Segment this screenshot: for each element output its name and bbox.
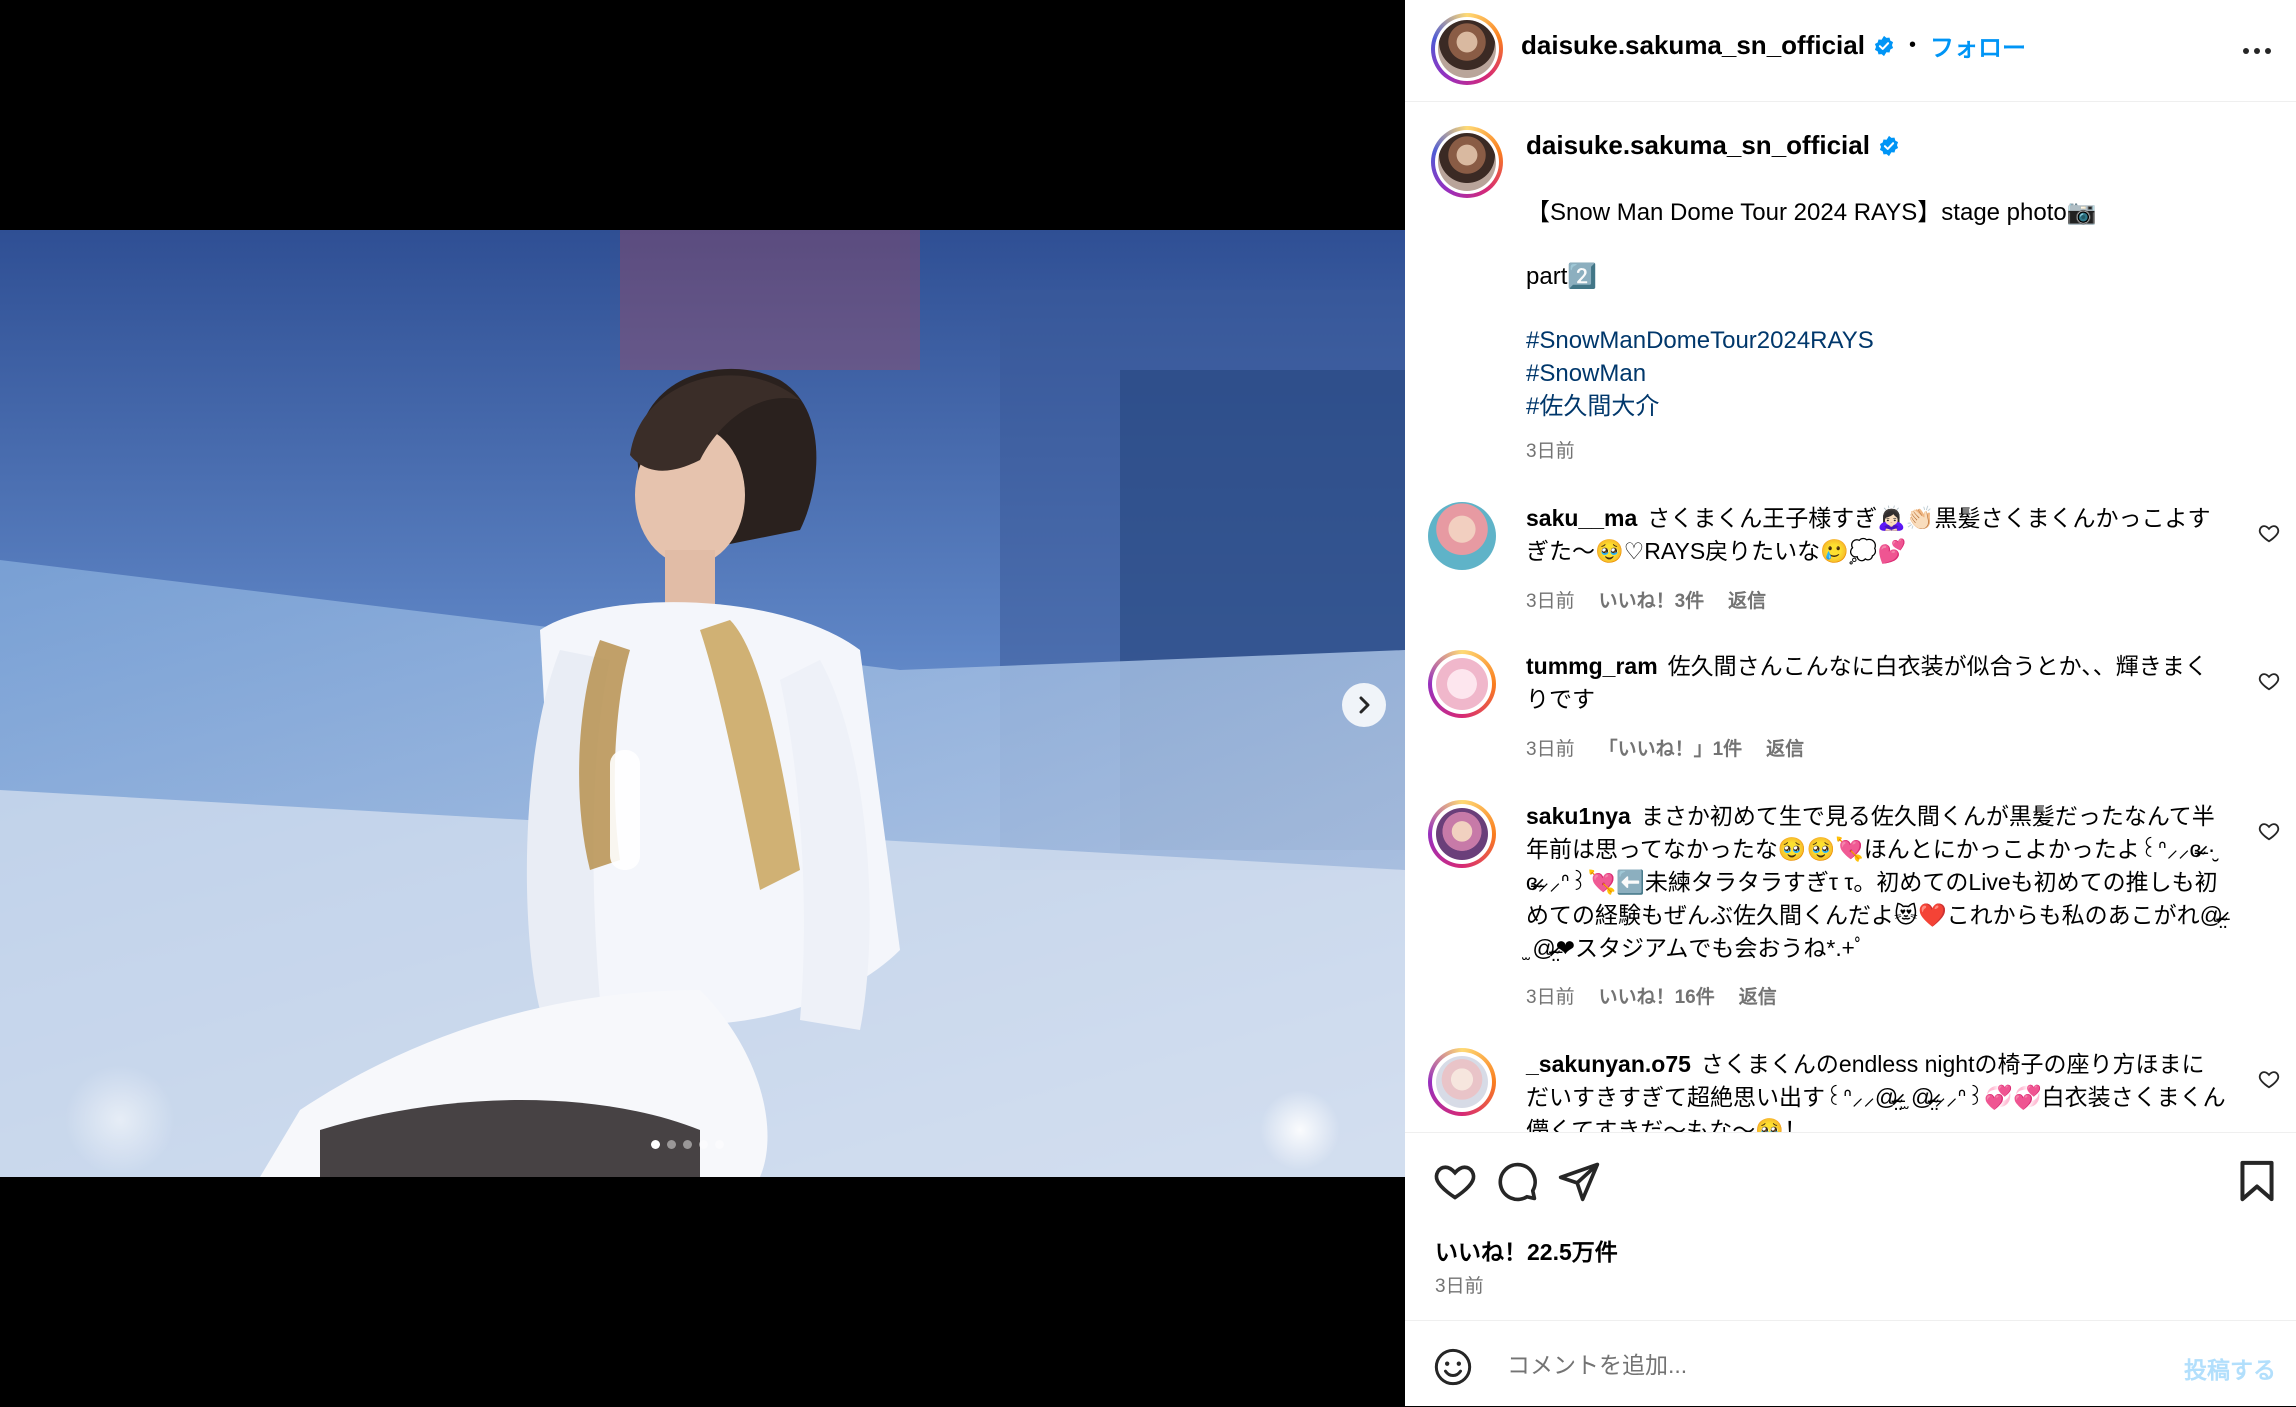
hashtag-link[interactable]: #佐久間大介 [1526,390,1874,423]
likes-count[interactable]: いいね！22.5万件 [1435,1233,1618,1267]
stage-photo-illustration [0,230,1405,1177]
comment-likes[interactable]: 「いいね！」1件 [1599,734,1743,761]
carousel-dot [699,1140,708,1149]
comment-timestamp[interactable]: 3日前 [1526,982,1575,1009]
heart-icon[interactable] [2258,670,2280,692]
verified-badge-icon [1874,35,1894,56]
comments-scroll-area[interactable]: daisuke.sakuma_sn_official 【Snow Man Dom… [1405,102,2296,1132]
post-header: daisuke.sakuma_sn_official • フォロー [1405,0,2296,102]
comment-meta: 3日前 いいね！3件 返信 [1526,586,1766,613]
heart-icon[interactable] [1433,1159,1477,1203]
comment-likes[interactable]: いいね！3件 [1599,586,1705,613]
post-media-area [0,0,1405,1406]
header-username[interactable]: daisuke.sakuma_sn_official [1521,30,1865,61]
comment-body: tummg_ram 佐久間さんこんなに白衣装が似合うとか、、輝きまくりです [1526,650,2226,716]
comment-meta: 3日前 「いいね！」1件 返信 [1526,734,1804,761]
comment-timestamp[interactable]: 3日前 [1526,586,1575,613]
comment-timestamp[interactable]: 3日前 [1526,734,1575,761]
caption-line-2: part2️⃣ [1526,263,1598,290]
carousel-dot [715,1140,724,1149]
header-author-block: daisuke.sakuma_sn_official • フォロー [1521,28,2026,63]
caption-timestamp[interactable]: 3日前 [1526,436,1575,463]
heart-icon[interactable] [2258,1068,2280,1090]
share-icon[interactable] [1557,1159,1601,1203]
caption-hashtags: #SnowManDomeTour2024RAYS #SnowMan #佐久間大介 [1526,324,1874,423]
commenter-username[interactable]: _sakunyan.o75 [1526,1051,1691,1077]
chevron-right-icon [1359,696,1370,714]
carousel-dot [667,1140,676,1149]
carousel-dot [683,1140,692,1149]
follow-button[interactable]: フォロー [1930,28,2026,63]
comment-composer: 投稿する [1405,1320,2296,1407]
comment-likes[interactable]: いいね！16件 [1599,982,1715,1009]
comment-body: _sakunyan.o75 さくまくんのendless nightの椅子の座り方ほ… [1526,1048,2226,1132]
emoji-icon[interactable] [1433,1347,1473,1387]
caption-avatar[interactable] [1431,126,1503,198]
reply-button[interactable]: 返信 [1739,982,1777,1009]
post-comment-button[interactable]: 投稿する [2184,1351,2276,1385]
carousel-dot [651,1140,660,1149]
comment-meta: 3日前 いいね！16件 返信 [1526,982,1777,1009]
comment-icon[interactable] [1495,1159,1539,1203]
comment-body: saku__ma さくまくん王子様すぎ🙇🏻‍♀️👏🏻黒髪さくまくんかっこよすぎた〜… [1526,502,2226,568]
comment-input[interactable] [1505,1343,2129,1387]
commenter-username[interactable]: saku__ma [1526,505,1637,531]
carousel-next-button[interactable] [1342,683,1386,727]
heart-icon[interactable] [2258,522,2280,544]
post-photo[interactable] [0,230,1405,1177]
commenter-username[interactable]: tummg_ram [1526,653,1658,679]
heart-icon[interactable] [2258,820,2280,842]
more-options-icon[interactable] [2240,34,2274,68]
bookmark-icon[interactable] [2237,1159,2277,1203]
comment-body: saku1nya まさか初めて生で見る佐久間くんが黒髪だったなんて半年前は思ってな… [1526,800,2226,965]
commenter-avatar[interactable] [1428,800,1496,868]
commenter-username[interactable]: saku1nya [1526,803,1631,829]
reply-button[interactable]: 返信 [1766,734,1804,761]
author-avatar[interactable] [1431,13,1503,85]
commenter-avatar[interactable] [1428,502,1496,570]
post-timestamp[interactable]: 3日前 [1435,1271,1484,1298]
hashtag-link[interactable]: #SnowMan [1526,357,1874,390]
reply-button[interactable]: 返信 [1728,586,1766,613]
post-actions-bar: いいね！22.5万件 3日前 [1405,1132,2296,1313]
caption-line-1: 【Snow Man Dome Tour 2024 RAYS】stage phot… [1526,199,2097,226]
carousel-indicator [651,1140,724,1149]
hashtag-link[interactable]: #SnowManDomeTour2024RAYS [1526,324,1874,357]
commenter-avatar[interactable] [1428,1048,1496,1116]
caption-username[interactable]: daisuke.sakuma_sn_official [1526,130,1870,161]
verified-badge-icon [1879,135,1899,156]
header-separator: • [1908,34,1916,56]
commenter-avatar[interactable] [1428,650,1496,718]
post-side-panel: daisuke.sakuma_sn_official • フォロー daisuk… [1405,0,2296,1406]
